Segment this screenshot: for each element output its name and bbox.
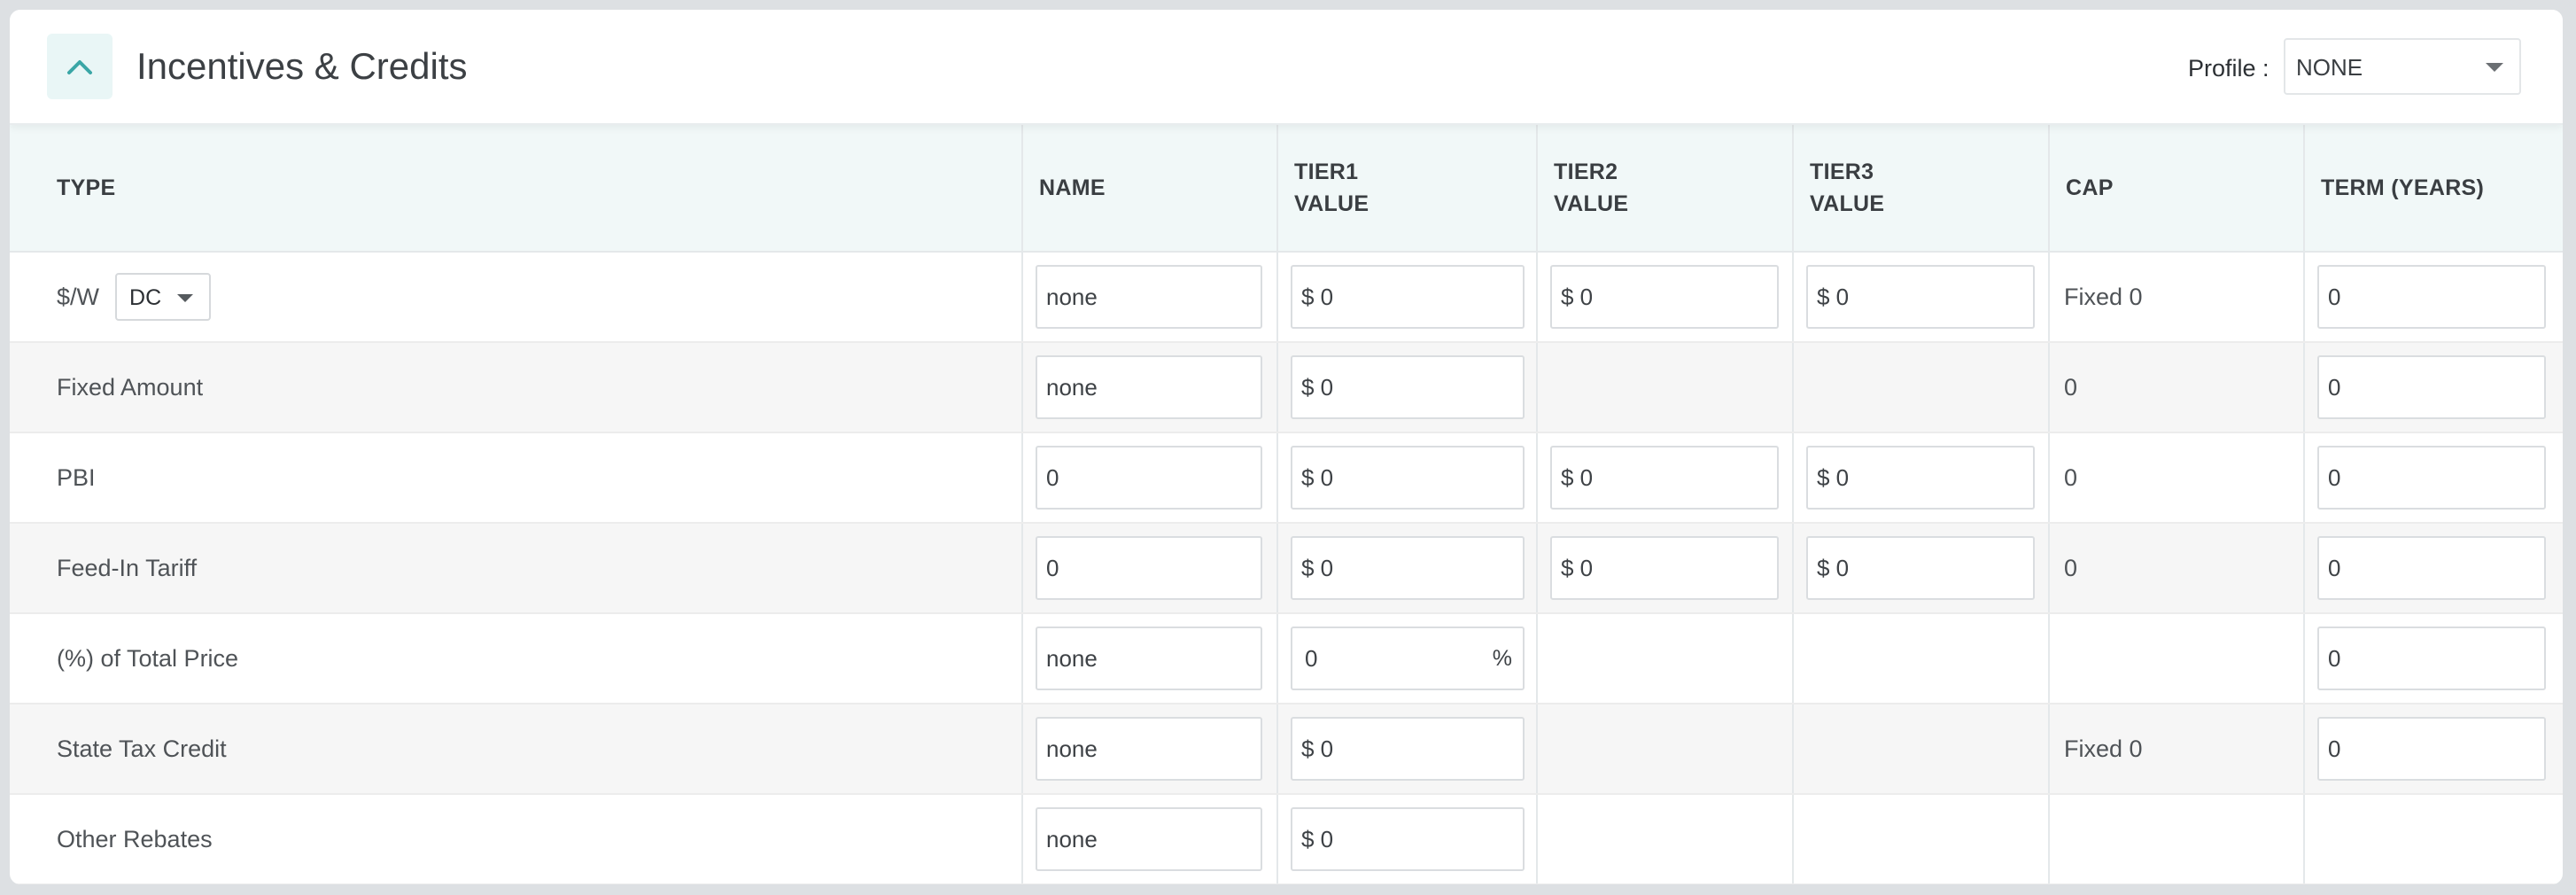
empty-cell [1792, 342, 2049, 433]
column-header-tier2: TIER2 VALUE [1536, 125, 1793, 253]
column-header-tier3: TIER3 VALUE [1792, 125, 2049, 253]
row-type-label: $/W [57, 283, 100, 310]
column-header-tier1: TIER1 VALUE [1276, 125, 1537, 253]
profile-select-value: NONE [2296, 54, 2363, 81]
cap-value: 0 [2048, 432, 2304, 524]
caret-down-icon [2486, 63, 2503, 72]
tier1-input[interactable] [1291, 355, 1525, 419]
empty-cell [1536, 794, 1793, 884]
table-row: Fixed Amount 0 [10, 342, 2563, 433]
percent-input-group: % [1291, 626, 1525, 690]
tier1-input[interactable] [1291, 265, 1525, 329]
unit-select-value: DC [129, 285, 162, 310]
row-type-label: PBI [10, 432, 1022, 524]
term-input[interactable] [2317, 265, 2546, 329]
term-input[interactable] [2317, 626, 2546, 690]
panel-header: Incentives & Credits Profile : NONE [10, 10, 2563, 125]
table-row: Other Rebates [10, 794, 2563, 884]
empty-cell [2303, 794, 2563, 884]
tier1-input[interactable] [1291, 536, 1525, 600]
column-header-cap: CAP [2048, 125, 2304, 253]
tier3-input[interactable] [1806, 446, 2035, 510]
chevron-up-icon [67, 60, 92, 74]
empty-cell [1792, 704, 2049, 795]
cap-value: Fixed 0 [2048, 704, 2304, 795]
empty-cell [2048, 613, 2304, 704]
empty-cell [1536, 704, 1793, 795]
tier1-input[interactable] [1291, 807, 1525, 871]
name-input[interactable] [1036, 717, 1262, 781]
term-input[interactable] [2317, 355, 2546, 419]
table-row: $/W DC Fixed 0 [10, 252, 2563, 343]
column-header-name: NAME [1021, 125, 1277, 253]
profile-select[interactable]: NONE [2284, 38, 2521, 95]
profile-label: Profile : [2188, 55, 2270, 82]
column-header-type: TYPE [10, 125, 1022, 253]
row-type-label: Fixed Amount [10, 342, 1022, 433]
caret-down-icon [177, 294, 194, 302]
page-title: Incentives & Credits [136, 45, 468, 87]
tier2-input[interactable] [1550, 536, 1779, 600]
empty-cell [1536, 613, 1793, 704]
cap-value: Fixed 0 [2048, 252, 2304, 343]
term-input[interactable] [2317, 536, 2546, 600]
name-input[interactable] [1036, 626, 1262, 690]
name-input[interactable] [1036, 536, 1262, 600]
unit-select[interactable]: DC [115, 273, 212, 321]
percent-suffix: % [1492, 646, 1512, 671]
type-cell: $/W DC [10, 252, 1022, 343]
row-type-label: Feed-In Tariff [10, 523, 1022, 614]
table-row: Feed-In Tariff 0 [10, 523, 2563, 614]
incentives-table: TYPE NAME TIER1 VALUE TIER2 VALUE TIER3 … [10, 125, 2563, 884]
incentives-panel: Incentives & Credits Profile : NONE TYPE… [10, 10, 2563, 884]
name-input[interactable] [1036, 446, 1262, 510]
cap-value: 0 [2048, 523, 2304, 614]
table-header-row: TYPE NAME TIER1 VALUE TIER2 VALUE TIER3 … [10, 125, 2563, 253]
tier2-input[interactable] [1550, 265, 1779, 329]
tier2-input[interactable] [1550, 446, 1779, 510]
tier3-input[interactable] [1806, 265, 2035, 329]
tier1-input[interactable] [1291, 446, 1525, 510]
name-input[interactable] [1036, 355, 1262, 419]
name-input[interactable] [1036, 807, 1262, 871]
tier3-input[interactable] [1806, 536, 2035, 600]
empty-cell [1792, 794, 2049, 884]
tier1-percent-input[interactable] [1292, 628, 1478, 689]
term-input[interactable] [2317, 717, 2546, 781]
column-header-term: TERM (YEARS) [2303, 125, 2563, 253]
empty-cell [1792, 613, 2049, 704]
collapse-button[interactable] [47, 34, 113, 99]
table-row: State Tax Credit Fixed 0 [10, 704, 2563, 795]
term-input[interactable] [2317, 446, 2546, 510]
empty-cell [1536, 342, 1793, 433]
empty-cell [2048, 794, 2304, 884]
tier1-input[interactable] [1291, 717, 1525, 781]
name-input[interactable] [1036, 265, 1262, 329]
cap-value: 0 [2048, 342, 2304, 433]
table-row: PBI 0 [10, 432, 2563, 524]
row-type-label: (%) of Total Price [10, 613, 1022, 704]
table-row: (%) of Total Price % [10, 613, 2563, 704]
row-type-label: Other Rebates [10, 794, 1022, 884]
row-type-label: State Tax Credit [10, 704, 1022, 795]
